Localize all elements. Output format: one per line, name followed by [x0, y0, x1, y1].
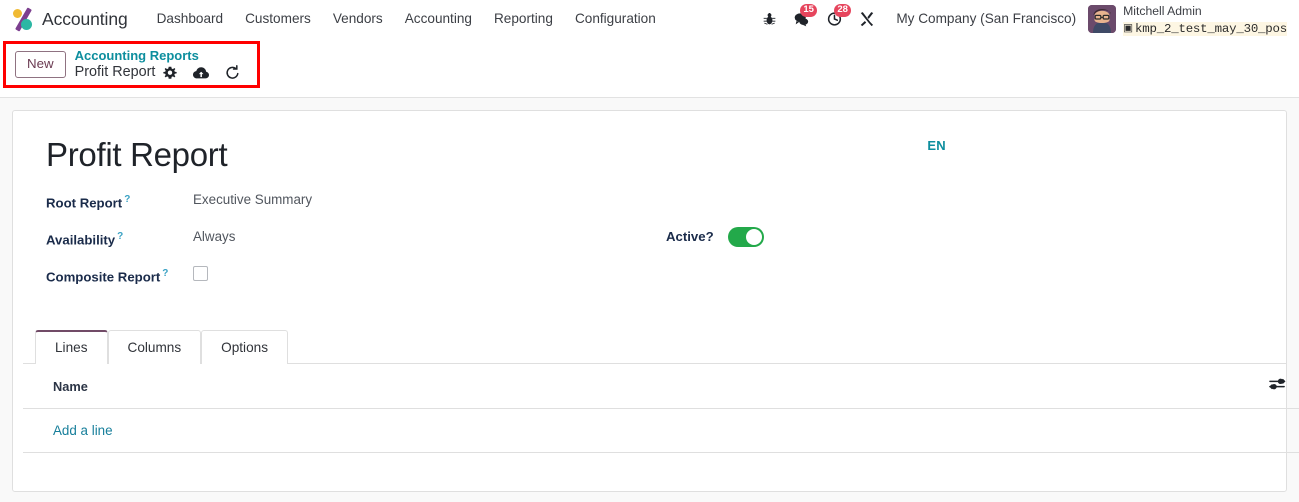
- database-indicator: ▣ kmp_2_test_may_30_pos: [1123, 21, 1287, 36]
- tab-columns[interactable]: Columns: [107, 329, 202, 364]
- help-tooltip-icon[interactable]: ?: [117, 231, 123, 242]
- bug-icon[interactable]: [754, 0, 784, 38]
- field-composite-report: Composite Report?: [46, 264, 666, 301]
- field-label-active: Active?: [666, 229, 714, 245]
- composite-report-checkbox[interactable]: [193, 265, 208, 281]
- new-button[interactable]: New: [15, 51, 66, 78]
- breadcrumb-parent-accounting-reports[interactable]: Accounting Reports: [75, 48, 241, 64]
- activities-clock-icon[interactable]: 28: [818, 0, 852, 38]
- messages-icon[interactable]: 15: [784, 0, 818, 38]
- database-name: kmp_2_test_may_30_pos: [1135, 21, 1287, 36]
- form-column-left: Root Report? Executive Summary Availabil…: [46, 190, 666, 301]
- lines-table-body: Add a line: [23, 408, 1299, 453]
- lines-table: Name Add a line: [23, 364, 1299, 453]
- add-line-row: Add a line: [23, 408, 1299, 453]
- notebook-tabs: Lines Columns Options: [23, 329, 1286, 364]
- top-navbar: Accounting Dashboard Customers Vendors A…: [0, 0, 1299, 38]
- field-active: Active?: [666, 226, 1096, 247]
- help-tooltip-icon[interactable]: ?: [706, 229, 714, 244]
- add-a-line-button[interactable]: Add a line: [53, 423, 113, 438]
- breadcrumb-current-profit-report: Profit Report: [74, 64, 156, 81]
- optional-columns-cell: [1248, 364, 1299, 409]
- field-label-root-report: Root Report?: [46, 193, 131, 211]
- content-area: EN Profit Report Root Report? Executive …: [0, 98, 1299, 502]
- brand-block[interactable]: Accounting: [6, 0, 134, 38]
- avatar[interactable]: [1088, 5, 1117, 33]
- language-badge[interactable]: EN: [927, 138, 946, 153]
- tools-wrench-icon[interactable]: [852, 0, 882, 38]
- notebook: Lines Columns Options Name Add a line: [23, 329, 1299, 453]
- add-line-cell: Add a line: [23, 408, 1299, 453]
- field-availability: Availability? Always: [46, 227, 666, 264]
- help-tooltip-icon[interactable]: ?: [162, 268, 168, 279]
- field-value-root-report[interactable]: Executive Summary: [193, 190, 312, 210]
- navbar-right-tools: 15 28 My Company (San Francisco) Mitchel…: [754, 0, 1293, 38]
- breadcrumb-current-row: Profit Report: [75, 64, 241, 81]
- menu-item-configuration[interactable]: Configuration: [564, 0, 667, 38]
- app-name: Accounting: [42, 8, 128, 29]
- menu-item-dashboard[interactable]: Dashboard: [146, 0, 235, 38]
- company-switcher[interactable]: My Company (San Francisco): [882, 0, 1086, 38]
- lines-table-head: Name: [23, 364, 1299, 409]
- database-icon: ▣: [1123, 22, 1134, 35]
- main-menu: Dashboard Customers Vendors Accounting R…: [146, 0, 667, 38]
- cloud-upload-save-icon[interactable]: [193, 66, 210, 80]
- breadcrumb-highlight-box: New Accounting Reports Profit Report: [3, 41, 260, 88]
- messages-badge: 15: [800, 4, 817, 17]
- active-toggle[interactable]: [727, 226, 764, 247]
- page-title: Profit Report: [46, 136, 228, 173]
- field-label-composite-report: Composite Report?: [46, 267, 169, 285]
- gear-icon[interactable]: [163, 66, 178, 80]
- form-sheet: EN Profit Report Root Report? Executive …: [12, 110, 1299, 492]
- optional-columns-sliders-icon[interactable]: [1269, 377, 1286, 391]
- column-header-name[interactable]: Name: [23, 364, 1248, 409]
- tab-lines[interactable]: Lines: [35, 329, 108, 364]
- field-value-availability[interactable]: Always: [193, 227, 235, 247]
- table-header-row: Name: [23, 364, 1299, 409]
- menu-item-vendors[interactable]: Vendors: [322, 0, 394, 38]
- menu-item-reporting[interactable]: Reporting: [483, 0, 564, 38]
- form-column-right: Active?: [666, 190, 1096, 301]
- odoo-logo-icon[interactable]: [10, 6, 36, 32]
- menu-item-accounting[interactable]: Accounting: [394, 0, 483, 38]
- field-root-report: Root Report? Executive Summary: [46, 190, 666, 227]
- user-menu[interactable]: Mitchell Admin ▣ kmp_2_test_may_30_pos: [1086, 2, 1287, 36]
- tab-options[interactable]: Options: [201, 329, 288, 364]
- user-text-block: Mitchell Admin ▣ kmp_2_test_may_30_pos: [1123, 2, 1287, 36]
- field-label-availability: Availability?: [46, 230, 124, 248]
- menu-item-customers[interactable]: Customers: [234, 0, 322, 38]
- help-tooltip-icon[interactable]: ?: [124, 194, 130, 205]
- user-name: Mitchell Admin: [1123, 4, 1202, 19]
- control-panel: New Accounting Reports Profit Report: [0, 38, 1299, 98]
- form-fields-grid: Root Report? Executive Summary Availabil…: [35, 190, 1264, 301]
- breadcrumb: Accounting Reports Profit Report: [75, 48, 241, 82]
- activities-badge: 28: [834, 4, 851, 17]
- toggle-knob: [745, 228, 762, 245]
- discard-undo-icon[interactable]: [225, 65, 240, 80]
